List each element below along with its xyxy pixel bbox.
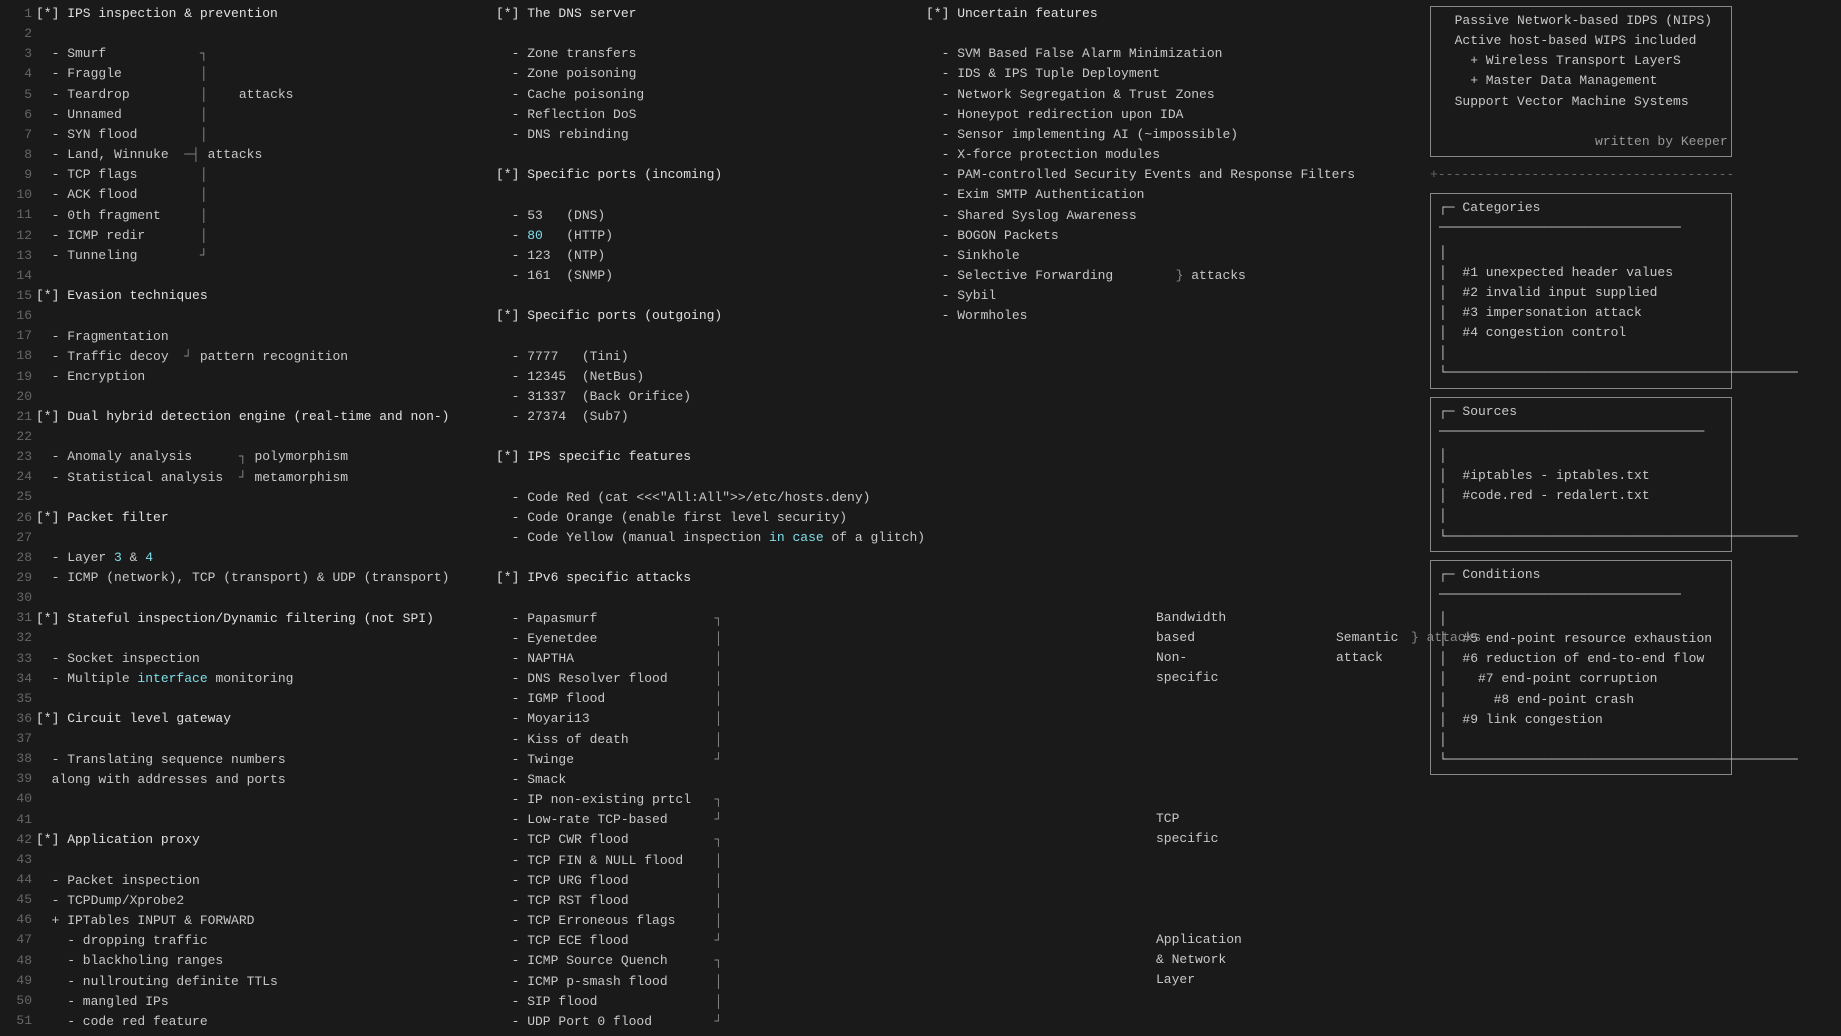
col1: [*] IPS inspection & prevention - Smurf … xyxy=(36,4,496,1032)
sources-box: ┌─ Sources ─────────────────────────────… xyxy=(1430,397,1732,552)
semantic-col: Semantic attack } attacks xyxy=(1326,4,1426,1032)
page: 12345 678910 1112131415 1617181920 21222… xyxy=(0,0,1841,1036)
main-content: [*] IPS inspection & prevention - Smurf … xyxy=(36,4,1841,1032)
col3-text: [*] Uncertain features - SVM Based False… xyxy=(926,4,1326,407)
app-network-label: Application & Network Layer xyxy=(1156,930,1242,990)
non-specific-label: Non- specific xyxy=(1156,648,1218,688)
categories-box: ┌─ Categories ──────────────────────────… xyxy=(1430,193,1732,388)
attacks-brace: } attacks xyxy=(1411,628,1481,648)
semantic-attack-label: Semantic attack xyxy=(1336,628,1398,668)
right-panel: Passive Network-based IDPS (NIPS) Active… xyxy=(1426,4,1736,1032)
sources-text: │ │ #iptables - iptables.txt │ #code.red… xyxy=(1439,446,1723,547)
conditions-title: ┌─ Conditions ──────────────────────────… xyxy=(1439,565,1723,605)
col2: [*] The DNS server - Zone transfers - Zo… xyxy=(496,4,926,1032)
bandwidth-label: Bandwidth based xyxy=(1156,608,1226,648)
conditions-text: │ │ #5 end-point resource exhaustion │ #… xyxy=(1439,609,1723,770)
tcp-specific-label: TCP specific xyxy=(1156,809,1218,849)
col1-text: [*] IPS inspection & prevention - Smurf … xyxy=(36,4,496,1032)
line-numbers: 12345 678910 1112131415 1617181920 21222… xyxy=(0,4,36,1032)
col3: [*] Uncertain features - SVM Based False… xyxy=(926,4,1326,1032)
categories-title: ┌─ Categories ──────────────────────────… xyxy=(1439,198,1723,238)
sources-title: ┌─ Sources ─────────────────────────────… xyxy=(1439,402,1723,442)
conditions-box: ┌─ Conditions ──────────────────────────… xyxy=(1430,560,1732,776)
nips-box: Passive Network-based IDPS (NIPS) Active… xyxy=(1430,6,1732,157)
col2-text: [*] The DNS server - Zone transfers - Zo… xyxy=(496,4,926,1032)
categories-text: │ │ #1 unexpected header values │ #2 inv… xyxy=(1439,243,1723,384)
nips-text: Passive Network-based IDPS (NIPS) Active… xyxy=(1439,11,1723,152)
dash-separator: +---------------------------------------… xyxy=(1430,165,1732,185)
